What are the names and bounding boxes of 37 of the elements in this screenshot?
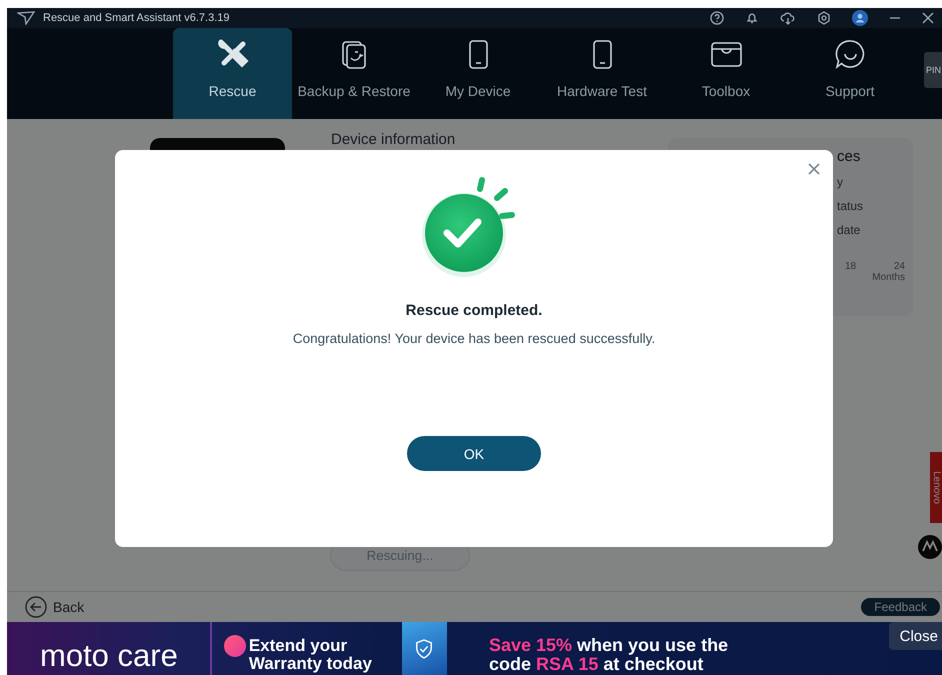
timeline-tick: 24 bbox=[894, 261, 905, 272]
dialog-title: Rescue completed. bbox=[406, 302, 542, 319]
ok-button[interactable]: OK bbox=[407, 436, 541, 471]
window-title: Rescue and Smart Assistant v6.7.3.19 bbox=[43, 12, 230, 24]
brand-logo: moto care bbox=[40, 640, 178, 671]
section-title: Device information bbox=[331, 131, 456, 150]
promo-offer-text: Save 15% when you use the code RSA 15 at checkout bbox=[488, 636, 728, 674]
promo-headline: Extend your Warranty today bbox=[248, 637, 372, 673]
nav-tab[interactable]: Toolbox bbox=[664, 28, 788, 119]
card-label: tatus bbox=[837, 199, 864, 213]
dialog-message: Congratulations! Your device has been rescued successfully. bbox=[292, 331, 656, 346]
nav-tab[interactable]: Support bbox=[788, 28, 912, 119]
close-icon[interactable] bbox=[807, 162, 821, 176]
bell-icon[interactable] bbox=[745, 11, 759, 25]
shield-check-icon bbox=[415, 638, 434, 658]
timeline-tick: 18 bbox=[845, 261, 856, 272]
nav-tab[interactable]: My Device bbox=[416, 28, 540, 119]
brand-logo: Lenovo bbox=[930, 452, 942, 523]
settings-icon[interactable] bbox=[817, 11, 831, 25]
circle-decoration bbox=[224, 635, 246, 657]
nav-tab[interactable]: Rescue bbox=[173, 28, 292, 119]
app-logo-icon bbox=[17, 11, 35, 25]
back-link[interactable]: Back bbox=[53, 599, 84, 615]
pin-button[interactable]: PIN bbox=[924, 52, 942, 88]
card-label: y bbox=[837, 175, 844, 189]
close-icon[interactable] bbox=[922, 12, 934, 24]
cloud-icon[interactable] bbox=[780, 11, 796, 25]
card-title: ces bbox=[837, 148, 862, 165]
chat-bubble-icon bbox=[834, 38, 866, 71]
nav-tab[interactable]: Hardware Test bbox=[540, 28, 664, 119]
close-banner-button[interactable]: Close bbox=[888, 622, 942, 650]
user-avatar-icon[interactable] bbox=[852, 10, 868, 26]
timeline-unit: Months bbox=[872, 272, 905, 283]
card-label: date bbox=[837, 223, 862, 237]
nav-tab[interactable]: Backup & Restore bbox=[292, 28, 416, 119]
help-icon[interactable] bbox=[710, 11, 724, 25]
feedback-button[interactable]: Feedback bbox=[861, 598, 940, 616]
